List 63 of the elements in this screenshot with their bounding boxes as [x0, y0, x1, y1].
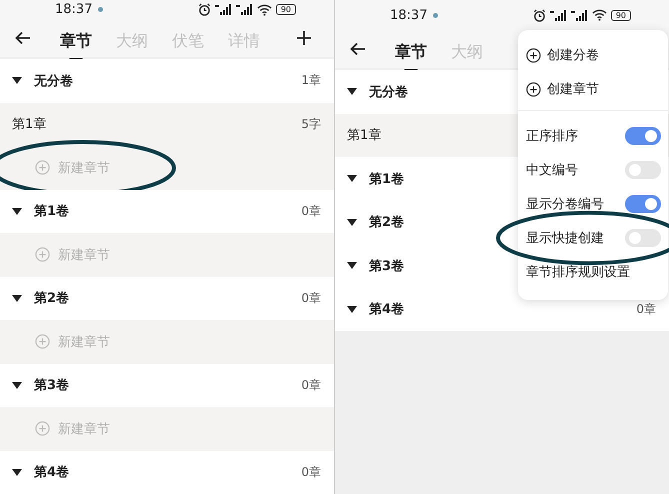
- plus-circle-icon: [35, 421, 50, 436]
- signal-icon: [236, 4, 253, 15]
- chapter-count: 1章: [301, 72, 321, 90]
- battery-icon: 90: [610, 10, 631, 20]
- toggle-label: 显示分卷编号: [526, 196, 604, 213]
- chapter-count: 0章: [301, 290, 321, 307]
- collapse-triangle-icon[interactable]: [347, 88, 357, 96]
- collapse-triangle-icon[interactable]: [12, 382, 22, 389]
- volume-title[interactable]: 第2卷: [369, 213, 404, 232]
- signal-icon: [550, 10, 567, 20]
- volume-title[interactable]: 第4卷: [369, 300, 404, 318]
- notification-dot: [98, 7, 104, 12]
- collapse-triangle-icon[interactable]: [347, 175, 357, 182]
- volume-title[interactable]: 第4卷: [34, 463, 70, 482]
- plus-circle-icon: [35, 160, 50, 176]
- collapse-triangle-icon[interactable]: [12, 468, 22, 476]
- battery-icon: 90: [276, 4, 296, 15]
- collapse-triangle-icon[interactable]: [347, 218, 357, 226]
- alarm-icon: [532, 8, 546, 22]
- toggle-label: 中文编号: [526, 162, 578, 179]
- menu-item[interactable]: 章节排序规则设置: [518, 255, 668, 289]
- collapse-triangle-icon[interactable]: [12, 77, 22, 84]
- add-icon[interactable]: [296, 30, 312, 46]
- chapter-count: 0章: [301, 202, 321, 220]
- menu-item[interactable]: 创建章节: [518, 72, 668, 106]
- volume-title[interactable]: 第1卷: [369, 170, 404, 188]
- back-icon[interactable]: [14, 29, 32, 47]
- chapter-title[interactable]: 第1章: [347, 126, 382, 144]
- volume-title[interactable]: 第2卷: [34, 289, 70, 308]
- volume-title[interactable]: 第3卷: [369, 256, 404, 275]
- volume-title[interactable]: 第1卷: [34, 202, 70, 220]
- wifi-icon: [256, 4, 272, 16]
- toggle-switch[interactable]: [625, 127, 661, 145]
- chapter-count: 0章: [636, 300, 656, 318]
- chapter-count: 0章: [301, 464, 321, 481]
- status-time: 18:37: [55, 2, 92, 17]
- wifi-icon: [592, 9, 607, 21]
- status-time: 18:37: [390, 8, 428, 22]
- notification-dot: [433, 12, 438, 18]
- word-count: 5字: [301, 116, 321, 133]
- toggle-switch[interactable]: [625, 229, 661, 247]
- signal-icon: [570, 10, 588, 20]
- chapter-title[interactable]: 第1章: [12, 115, 46, 134]
- signal-icon: [214, 4, 232, 15]
- collapse-triangle-icon[interactable]: [347, 262, 357, 270]
- collapse-triangle-icon[interactable]: [12, 208, 22, 215]
- volume-title[interactable]: 第3卷: [34, 376, 70, 394]
- volume-title[interactable]: 无分卷: [34, 72, 73, 90]
- toggle-label: 正序排序: [526, 128, 578, 145]
- collapse-triangle-icon[interactable]: [12, 294, 22, 302]
- plus-circle-icon: [526, 48, 541, 62]
- plus-circle-icon: [35, 334, 50, 350]
- volume-title[interactable]: 无分卷: [369, 82, 408, 101]
- alarm-icon: [198, 3, 211, 16]
- chapter-count: 0章: [301, 376, 321, 394]
- collapse-triangle-icon[interactable]: [347, 306, 357, 313]
- plus-circle-icon: [526, 82, 541, 96]
- menu-item[interactable]: 创建分卷: [518, 38, 668, 72]
- toggle-switch[interactable]: [625, 161, 661, 179]
- toggle-label: 显示快捷创建: [526, 230, 604, 247]
- plus-circle-icon: [35, 247, 50, 262]
- toggle-switch[interactable]: [625, 195, 661, 213]
- back-icon[interactable]: [349, 40, 367, 58]
